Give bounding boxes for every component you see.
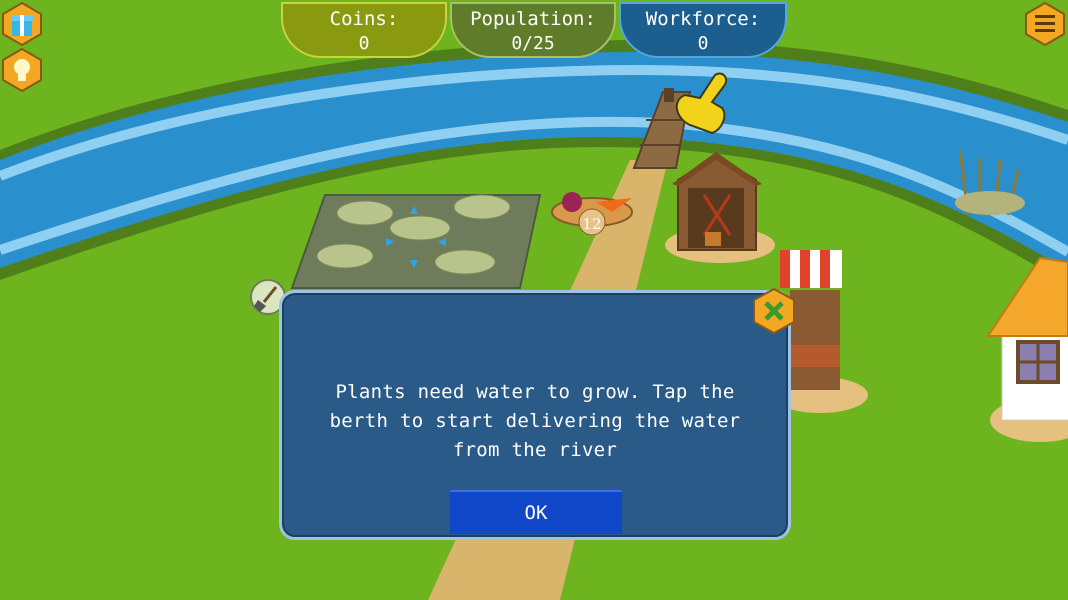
gift-button[interactable] <box>0 2 44 46</box>
workforce-label: Workforce: <box>645 8 761 30</box>
hint-button[interactable] <box>0 48 44 92</box>
ok-button[interactable]: OK <box>450 490 622 534</box>
gift-icon <box>2 2 42 46</box>
crop-field[interactable] <box>290 194 542 289</box>
tutorial-dialog: Plants need water to grow. Tap the berth… <box>279 290 791 540</box>
population-label: Population: <box>470 8 596 30</box>
population-counter: Population: 0/25 <box>450 2 616 58</box>
coins-counter: Coins: 0 <box>281 2 447 58</box>
menu-icon <box>1025 2 1065 46</box>
lightbulb-icon <box>2 48 42 92</box>
coins-label: Coins: <box>329 8 399 30</box>
basket-count: 12 <box>582 215 601 233</box>
dialog-message: Plants need water to grow. Tap the berth… <box>329 381 741 461</box>
workforce-counter: Workforce: 0 <box>619 2 787 58</box>
population-value: 0/25 <box>511 33 555 54</box>
workforce-value: 0 <box>697 33 709 54</box>
menu-button[interactable] <box>1023 2 1067 46</box>
coins-value: 0 <box>358 33 370 54</box>
close-button[interactable] <box>751 287 797 335</box>
close-icon <box>753 287 795 335</box>
